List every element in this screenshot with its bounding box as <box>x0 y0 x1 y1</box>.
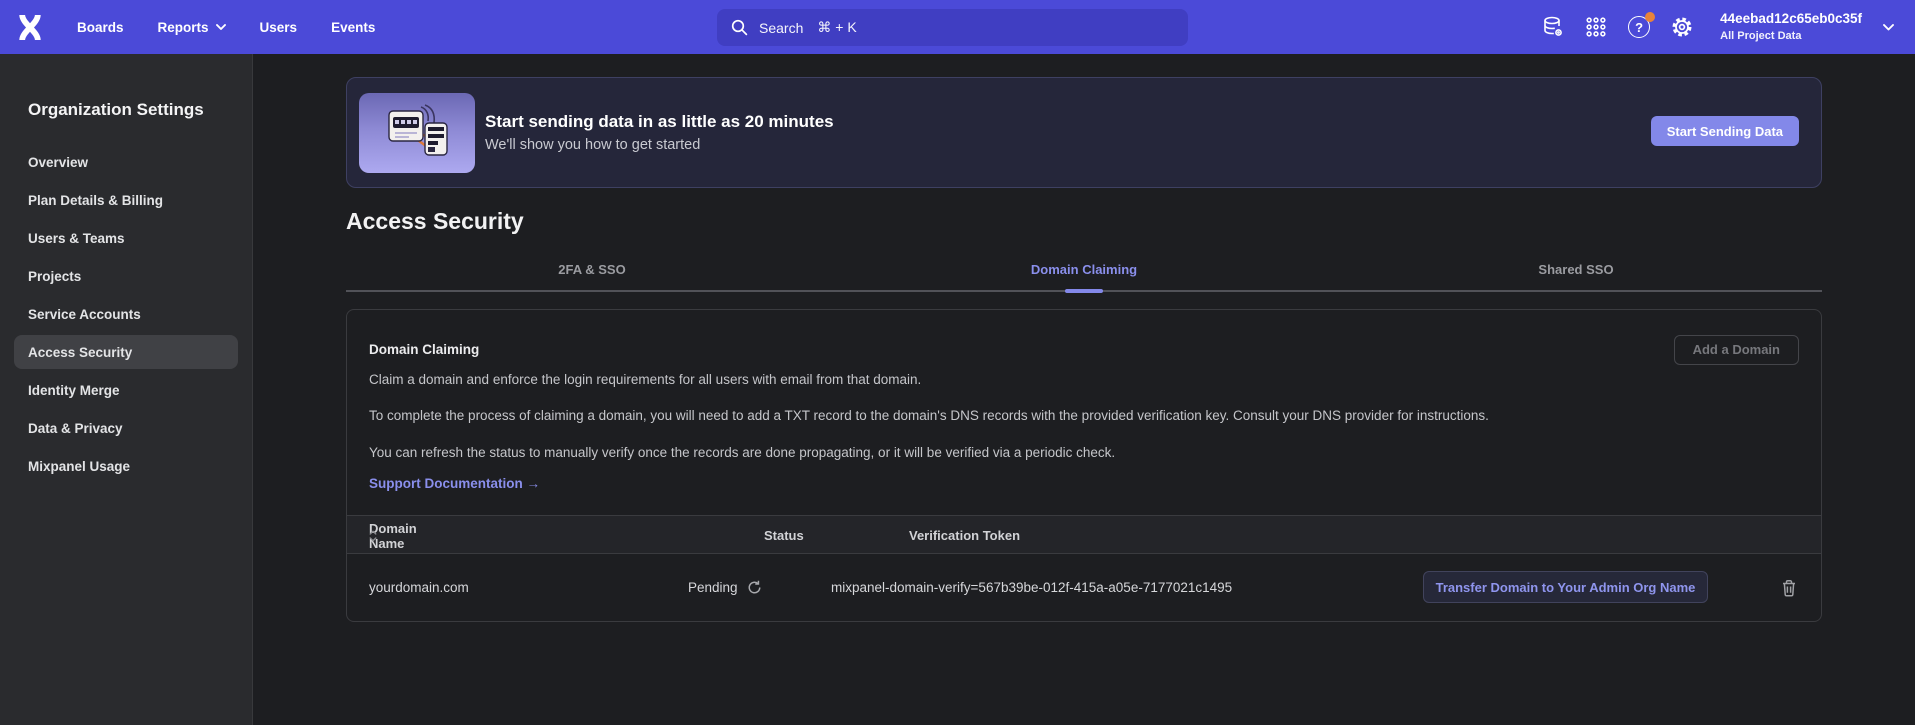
devices-illustration <box>359 93 475 173</box>
onboarding-banner: Start sending data in as little as 20 mi… <box>346 77 1822 188</box>
card-title: Domain Claiming <box>369 342 479 357</box>
sidebar-item-access-security[interactable]: Access Security <box>14 335 238 369</box>
banner-text: Start sending data in as little as 20 mi… <box>485 112 834 153</box>
org-settings-sidebar: Organization Settings Overview Plan Deta… <box>0 54 253 725</box>
sidebar-item-mixpanel-usage[interactable]: Mixpanel Usage <box>14 449 238 483</box>
help-icon[interactable]: ? <box>1626 14 1652 40</box>
search-input[interactable]: Search ⌘ + K <box>717 9 1188 46</box>
tab-shared-sso[interactable]: Shared SSO <box>1330 262 1822 290</box>
search-icon <box>731 19 748 36</box>
nav-link-events[interactable]: Events <box>331 20 375 35</box>
verification-token-cell: mixpanel-domain-verify=567b39be-012f-415… <box>831 554 1232 621</box>
sidebar-title: Organization Settings <box>28 100 224 120</box>
domains-table: Domain Name Status Verification Token yo… <box>347 515 1821 621</box>
account-chevron-down-icon[interactable] <box>1883 24 1894 31</box>
table-row: yourdomain.com Pending mixpanel-domain-v… <box>347 554 1821 621</box>
column-header-status: Status <box>764 516 804 555</box>
column-header-verification-token: Verification Token <box>909 516 1020 555</box>
sidebar-item-overview[interactable]: Overview <box>14 145 238 179</box>
nav-link-users[interactable]: Users <box>260 20 298 35</box>
project-scope: All Project Data <box>1720 30 1862 43</box>
refresh-note: You can refresh the status to manually v… <box>369 442 1799 463</box>
nav-link-reports[interactable]: Reports <box>158 20 226 35</box>
domain-claiming-card: Domain Claiming Add a Domain Claim a dom… <box>346 309 1822 622</box>
sidebar-item-projects[interactable]: Projects <box>14 259 238 293</box>
sidebar-item-service-accounts[interactable]: Service Accounts <box>14 297 238 331</box>
sidebar-item-data-privacy[interactable]: Data & Privacy <box>14 411 238 445</box>
status-badge: Pending <box>688 580 738 595</box>
sort-icon[interactable] <box>369 516 377 555</box>
nav-link-boards[interactable]: Boards <box>77 20 124 35</box>
add-domain-button[interactable]: Add a Domain <box>1674 335 1799 365</box>
refresh-status-icon[interactable] <box>747 580 762 595</box>
page-title: Access Security <box>346 208 1822 235</box>
nav-links: Boards Reports Users Events <box>77 20 375 35</box>
banner-title: Start sending data in as little as 20 mi… <box>485 112 834 132</box>
sidebar-item-users-teams[interactable]: Users & Teams <box>14 221 238 255</box>
start-sending-data-button[interactable]: Start Sending Data <box>1651 116 1799 146</box>
notification-badge <box>1645 12 1655 22</box>
chevron-down-icon <box>216 24 226 30</box>
domain-name-cell: yourdomain.com <box>369 554 469 621</box>
nav-link-label: Events <box>331 20 375 35</box>
top-navbar: Boards Reports Users Events Search ⌘ + K <box>0 0 1915 54</box>
search-placeholder: Search <box>759 20 803 36</box>
sidebar-item-plan-details-billing[interactable]: Plan Details & Billing <box>14 183 238 217</box>
account-switcher[interactable]: 44eebad12c65eb0c35f All Project Data <box>1720 11 1862 42</box>
banner-subtitle: We'll show you how to get started <box>485 137 834 153</box>
org-id: 44eebad12c65eb0c35f <box>1720 11 1862 27</box>
txt-record-instructions: To complete the process of claiming a do… <box>369 405 1549 426</box>
support-documentation-link[interactable]: Support Documentation → <box>369 476 540 491</box>
transfer-domain-button[interactable]: Transfer Domain to Your Admin Org Name <box>1423 571 1708 603</box>
nav-link-label: Reports <box>158 20 209 35</box>
tab-2fa-sso[interactable]: 2FA & SSO <box>346 262 838 290</box>
access-security-tabs: 2FA & SSO Domain Claiming Shared SSO <box>346 262 1822 292</box>
nav-right-cluster: ? 44eebad12c65eb0c35f All Project Data <box>1540 0 1894 54</box>
search-shortcut-hint: ⌘ + K <box>817 19 856 36</box>
tab-domain-claiming[interactable]: Domain Claiming <box>838 262 1330 290</box>
table-header-row: Domain Name Status Verification Token <box>347 515 1821 554</box>
main-content: Start sending data in as little as 20 mi… <box>253 54 1915 725</box>
mixpanel-logo-icon[interactable] <box>17 14 43 41</box>
nav-link-label: Users <box>260 20 298 35</box>
sidebar-item-identity-merge[interactable]: Identity Merge <box>14 373 238 407</box>
settings-gear-icon[interactable] <box>1669 14 1695 40</box>
delete-domain-trash-icon[interactable] <box>1781 554 1797 621</box>
domain-claiming-description: Claim a domain and enforce the login req… <box>369 369 1799 390</box>
data-management-icon[interactable] <box>1540 14 1566 40</box>
apps-grid-icon[interactable] <box>1583 14 1609 40</box>
nav-link-label: Boards <box>77 20 124 35</box>
